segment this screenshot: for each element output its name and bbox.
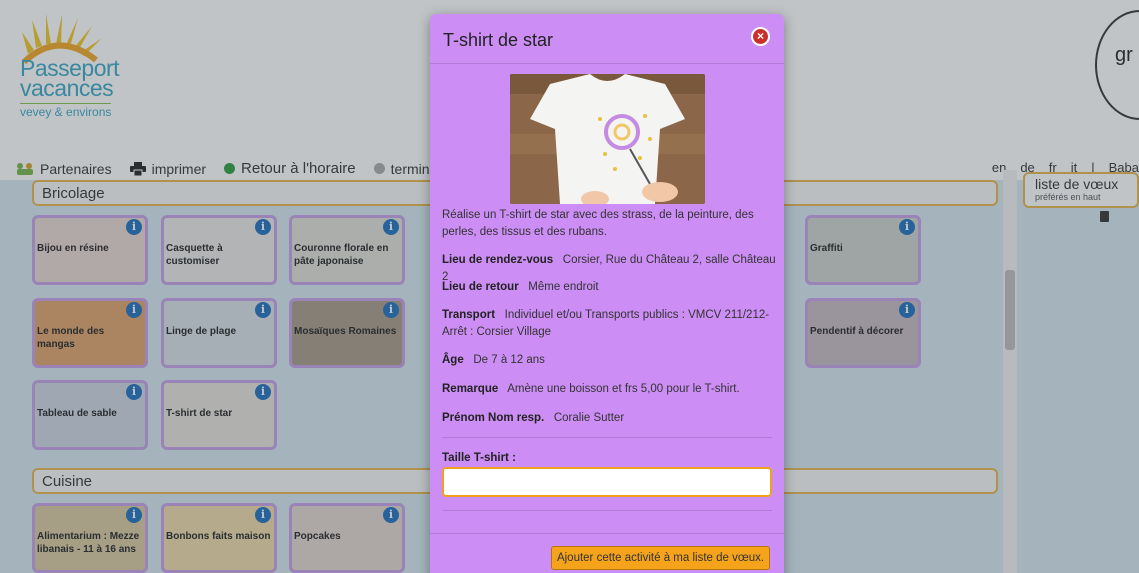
modal-footer: Ajouter cette activité à ma liste de vœu… bbox=[430, 533, 784, 573]
age-label: Âge bbox=[442, 354, 464, 366]
retour-row: Lieu de retour Même endroit bbox=[442, 279, 777, 296]
retour-label: Lieu de retour bbox=[442, 281, 519, 293]
retour-value: Même endroit bbox=[528, 281, 599, 293]
age-row: Âge De 7 à 12 ans bbox=[442, 352, 777, 369]
responsible-value: Coralie Sutter bbox=[553, 412, 625, 424]
modal-title: T-shirt de star bbox=[443, 30, 554, 50]
responsible-label: Prénom Nom resp. bbox=[442, 412, 545, 424]
remarque-value: Amène une boisson et frs 5,00 pour le T-… bbox=[507, 383, 740, 395]
tshirt-size-label: Taille T-shirt : bbox=[442, 452, 516, 464]
tshirt-photo-image bbox=[510, 74, 705, 204]
tshirt-size-input[interactable] bbox=[442, 467, 772, 497]
age-value: De 7 à 12 ans bbox=[473, 354, 545, 366]
rdv-label: Lieu de rendez-vous bbox=[442, 254, 554, 266]
modal-header: T-shirt de star × bbox=[430, 14, 784, 64]
add-to-wishlist-button[interactable]: Ajouter cette activité à ma liste de vœu… bbox=[551, 546, 770, 570]
form-divider bbox=[442, 437, 772, 438]
transport-label: Transport bbox=[442, 309, 496, 321]
activity-modal: T-shirt de star × Réalise un T-shirt de … bbox=[430, 14, 784, 573]
form-divider-bottom bbox=[442, 510, 772, 511]
transport-row: Transport Individuel et/ou Transports pu… bbox=[442, 307, 777, 341]
responsible-row: Prénom Nom resp. Coralie Sutter bbox=[442, 410, 777, 427]
remarque-row: Remarque Amène une boisson et frs 5,00 p… bbox=[442, 381, 777, 398]
remarque-label: Remarque bbox=[442, 383, 499, 395]
close-icon[interactable]: × bbox=[751, 27, 770, 46]
activity-photo bbox=[510, 74, 705, 204]
activity-description: Réalise un T-shirt de star avec des stra… bbox=[442, 209, 754, 238]
